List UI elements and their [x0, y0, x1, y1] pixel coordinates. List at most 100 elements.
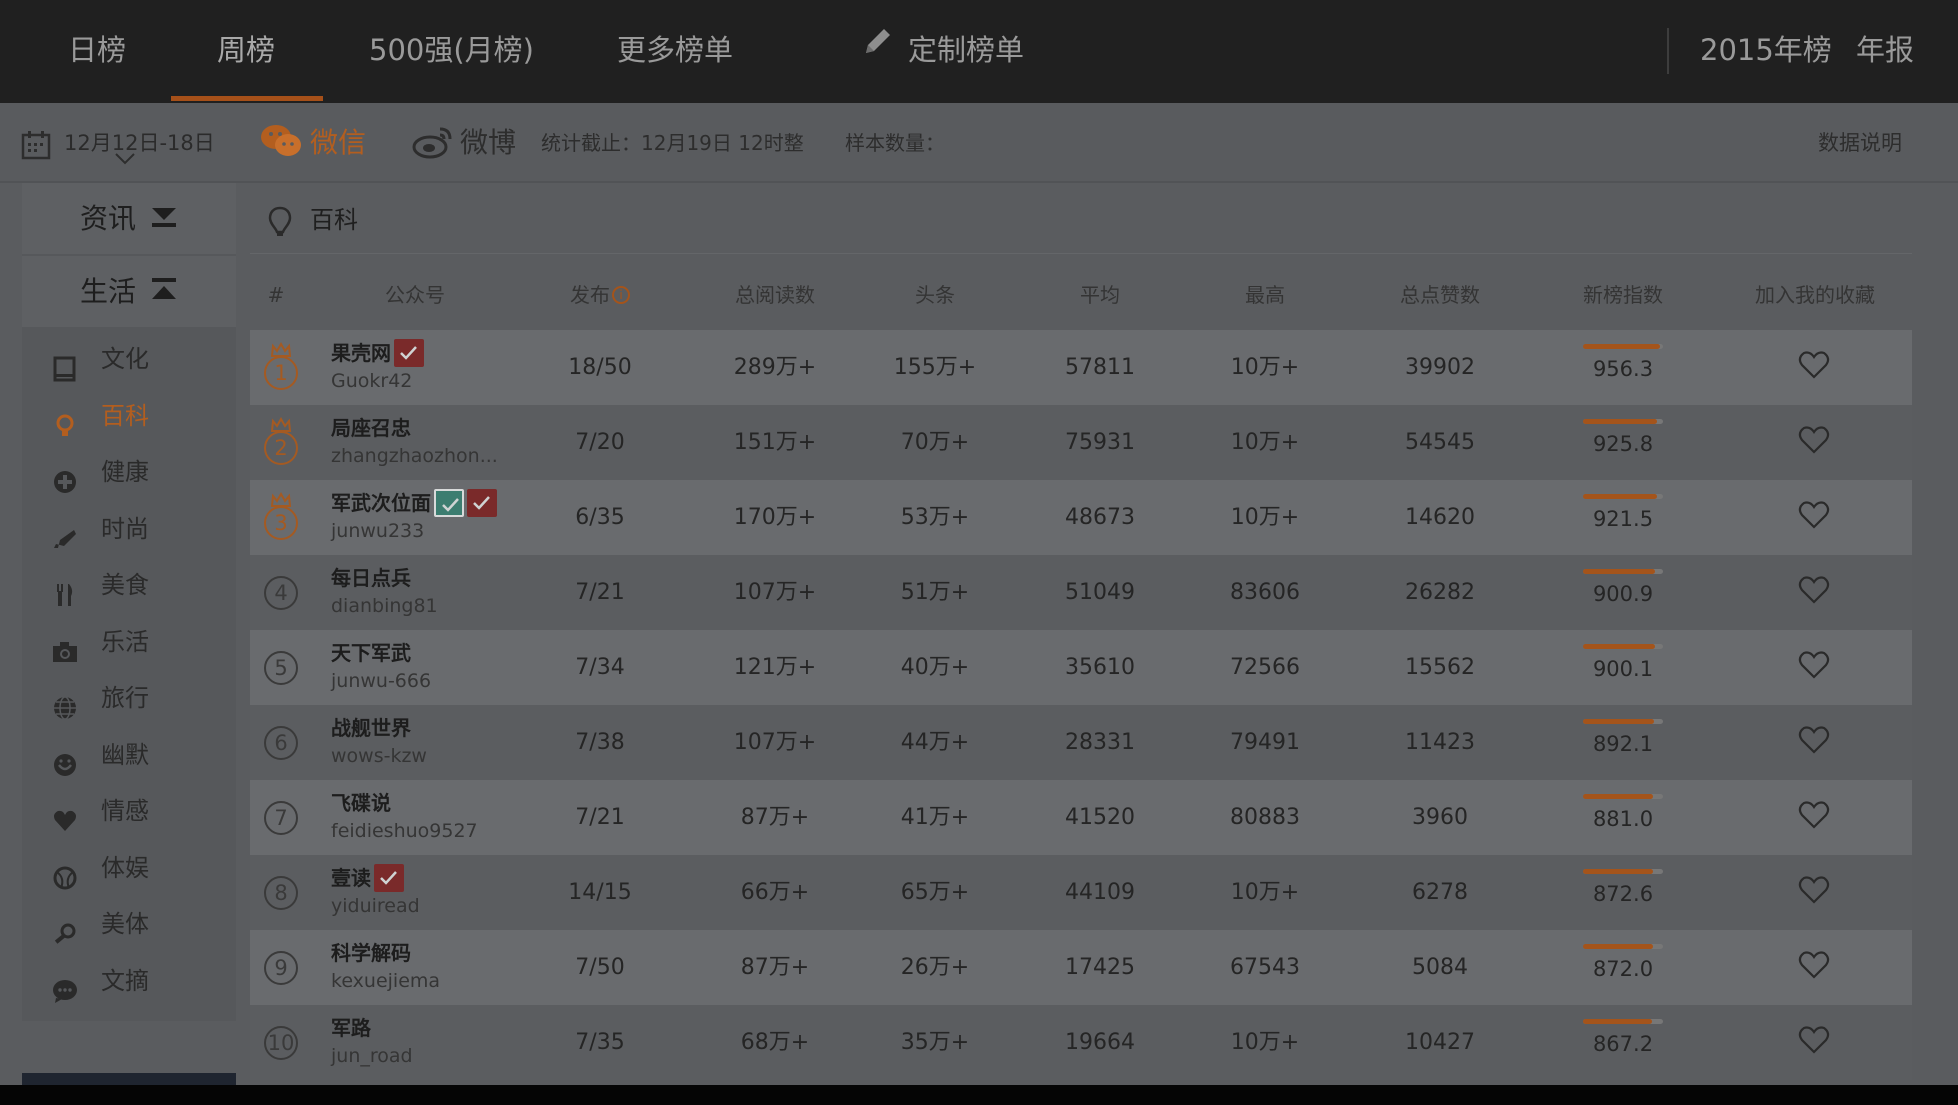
favorite-heart-icon[interactable]	[1798, 1025, 1830, 1059]
account-name[interactable]: 科学解码	[331, 941, 411, 965]
index-bar-fill	[1583, 1019, 1652, 1024]
account-info[interactable]: 战舰世界 wows-kzw	[331, 713, 427, 769]
triangle-down-icon	[150, 183, 178, 254]
sidebar-item-label: 幽默	[101, 740, 149, 769]
category-life[interactable]: 生活	[22, 256, 236, 327]
account-name[interactable]: 军武次位面	[331, 491, 431, 515]
sidebar-item[interactable]: 健康	[22, 444, 236, 500]
account-name[interactable]: 战舰世界	[331, 716, 411, 740]
sidebar-item[interactable]: 乐活	[22, 614, 236, 670]
date-range: 12月12日-18日	[64, 131, 215, 155]
verified-badge-icon	[394, 338, 424, 367]
rank-number: 8	[264, 876, 298, 910]
top-nav: 日榜 周榜 500强(月榜) 更多榜单 定制榜单 2015年榜 年报	[0, 0, 1958, 103]
favorite-heart-icon[interactable]	[1798, 650, 1830, 684]
account-info[interactable]: 果壳网 Guokr42	[331, 338, 424, 394]
sidebar-item[interactable]: 时尚	[22, 501, 236, 557]
favorite-heart-icon[interactable]	[1798, 500, 1830, 534]
wechat-label: 微信	[310, 126, 367, 159]
account-id: zhangzhaozhon...	[331, 445, 498, 467]
index-bar-fill	[1583, 719, 1654, 724]
cell-total-likes: 14620	[1405, 505, 1475, 530]
sidebar-item[interactable]: 美食	[22, 557, 236, 613]
info-icon[interactable]: i	[612, 285, 630, 304]
favorite-heart-icon[interactable]	[1798, 950, 1830, 984]
table-row[interactable]: 10 军路 jun_road 7/35 68万+ 35万+ 19664 10万+ 10427 86…	[250, 1005, 1912, 1080]
nav-2015-list[interactable]: 2015年榜	[1700, 0, 1832, 103]
nav-more-lists[interactable]: 更多榜单	[617, 0, 733, 103]
heart-icon	[52, 798, 78, 831]
account-info[interactable]: 天下军武 junwu-666	[331, 638, 431, 694]
nav-custom-label: 定制榜单	[908, 33, 1025, 67]
account-name[interactable]: 壹读	[331, 866, 371, 890]
book-icon	[52, 346, 78, 382]
table-row[interactable]: 3 军武次位面 junwu233 6/35 170万+ 53万+ 48673 10万+ 1462…	[250, 480, 1912, 555]
account-name[interactable]: 飞碟说	[331, 791, 391, 815]
favorite-heart-icon[interactable]	[1798, 875, 1830, 909]
sidebar-item[interactable]: 旅行	[22, 670, 236, 726]
account-info[interactable]: 局座召忠 zhangzhaozhon...	[331, 413, 498, 469]
cell-headline: 70万+	[900, 430, 970, 455]
sidebar-item-label: 乐活	[101, 627, 149, 656]
category-news[interactable]: 资讯	[22, 183, 236, 254]
cell-headline: 26万+	[900, 955, 970, 980]
table-row[interactable]: 9 科学解码 kexuejiema 7/50 87万+ 26万+ 17425 67543 508…	[250, 930, 1912, 1005]
account-info[interactable]: 军武次位面 junwu233	[331, 488, 497, 544]
sidebar-item[interactable]: 文化	[22, 331, 236, 387]
account-info[interactable]: 每日点兵 dianbing81	[331, 563, 438, 619]
sidebar-item[interactable]: 体娱	[22, 840, 236, 896]
account-name[interactable]: 每日点兵	[331, 566, 411, 590]
account-name[interactable]: 天下军武	[331, 641, 411, 665]
nav-custom-list[interactable]: 定制榜单	[860, 0, 1024, 103]
col-publish-label: 发布	[570, 283, 610, 307]
rank-number: 7	[264, 801, 298, 835]
cell-average: 48673	[1065, 505, 1135, 530]
account-info[interactable]: 壹读 yiduiread	[331, 863, 420, 919]
rank-number: 1	[264, 356, 298, 390]
favorite-heart-icon[interactable]	[1798, 425, 1830, 459]
cell-max: 10万+	[1230, 505, 1300, 530]
favorite-heart-icon[interactable]	[1798, 350, 1830, 384]
cell-total-likes: 11423	[1405, 730, 1475, 755]
favorite-heart-icon[interactable]	[1798, 800, 1830, 834]
sidebar-item[interactable]: 百科	[22, 388, 236, 444]
account-id: jun_road	[331, 1045, 413, 1067]
account-name[interactable]: 局座召忠	[331, 416, 411, 440]
smile-icon	[52, 742, 78, 776]
favorite-heart-icon[interactable]	[1798, 725, 1830, 759]
favorite-heart-icon[interactable]	[1798, 575, 1830, 609]
sidebar-item-label: 情感	[101, 797, 149, 825]
account-name[interactable]: 果壳网	[331, 341, 391, 365]
cell-publish: 18/50	[568, 355, 632, 380]
nav-weekly[interactable]: 周榜	[217, 0, 275, 103]
sidebar-item[interactable]: 文摘	[22, 953, 236, 1009]
table-row[interactable]: 1 果壳网 Guokr42 18/50 289万+ 155万+ 57811 10万+ 39902…	[250, 330, 1912, 405]
data-explain-link[interactable]: 数据说明	[1818, 103, 1902, 183]
table-row[interactable]: 5 天下军武 junwu-666 7/34 121万+ 40万+ 35610 72566 155…	[250, 630, 1912, 705]
table-row[interactable]: 6 战舰世界 wows-kzw 7/38 107万+ 44万+ 28331 79491 1142…	[250, 705, 1912, 780]
table-row[interactable]: 8 壹读 yiduiread 14/15 66万+ 65万+ 44109 10万+ 6278 87…	[250, 855, 1912, 930]
title-divider	[250, 253, 1912, 254]
account-name[interactable]: 军路	[331, 1016, 371, 1040]
cell-average: 44109	[1065, 880, 1135, 905]
table-row[interactable]: 7 飞碟说 feidieshuo9527 7/21 87万+ 41万+ 41520 80883…	[250, 780, 1912, 855]
account-info[interactable]: 科学解码 kexuejiema	[331, 938, 440, 994]
account-id: feidieshuo9527	[331, 820, 478, 842]
index-value: 900.1	[1592, 657, 1654, 681]
sidebar-item-label: 体娱	[101, 853, 149, 882]
nav-top500-monthly[interactable]: 500强(月榜)	[369, 0, 534, 103]
verified-badge-icon	[434, 488, 464, 517]
sidebar-item-label: 健康	[101, 458, 149, 486]
nav-daily[interactable]: 日榜	[68, 0, 126, 103]
sidebar-item[interactable]: 幽默	[22, 727, 236, 783]
sidebar-item[interactable]: 美体	[22, 896, 236, 952]
table-row[interactable]: 4 每日点兵 dianbing81 7/21 107万+ 51万+ 51049 83606 26…	[250, 555, 1912, 630]
account-info[interactable]: 军路 jun_road	[331, 1013, 413, 1069]
sidebar-item[interactable]: 情感	[22, 783, 236, 839]
account-info[interactable]: 飞碟说 feidieshuo9527	[331, 788, 478, 844]
table-row[interactable]: 2 局座召忠 zhangzhaozhon... 7/20 151万+ 70万+ 75931 1…	[250, 405, 1912, 480]
category-news-label: 资讯	[79, 202, 136, 235]
cell-headline: 155万+	[893, 355, 977, 380]
nav-annual-report[interactable]: 年报	[1856, 0, 1914, 103]
cell-total-likes: 3960	[1412, 805, 1468, 830]
